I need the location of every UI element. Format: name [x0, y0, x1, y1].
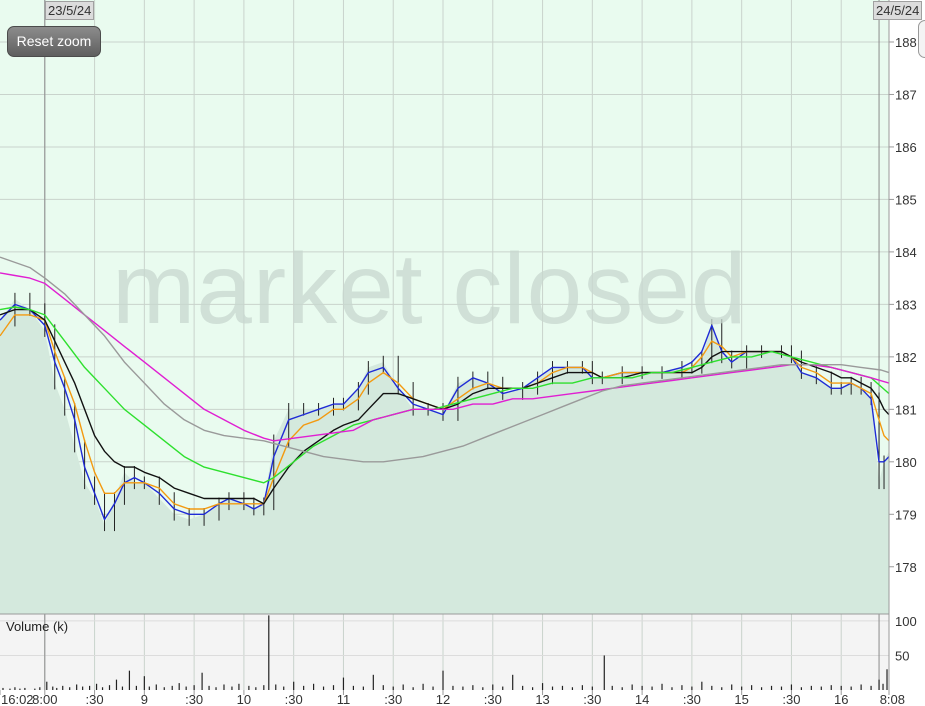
time-tick-label: :30 [683, 692, 701, 706]
price-tick-label: 188 [895, 35, 917, 50]
time-tick-label: 8:00 [32, 692, 57, 706]
time-tick-label: 11 [337, 692, 351, 706]
volume-plot-background [0, 614, 889, 690]
start-date-flag: 23/5/24 [45, 1, 95, 20]
time-tick-label: :30 [285, 692, 303, 706]
reset-zoom-button[interactable]: Reset zoom [7, 26, 101, 57]
time-tick-label: 15 [734, 692, 748, 706]
volume-axis-ticks: 50 100 [895, 614, 917, 664]
time-tick-label: 9 [141, 692, 148, 706]
scroll-handle[interactable] [918, 20, 925, 58]
price-tick-label: 187 [895, 87, 917, 102]
time-tick-label: 16:02 [1, 692, 34, 706]
time-tick-label: 13 [535, 692, 549, 706]
time-tick-label: 16 [834, 692, 848, 706]
price-tick-label: 184 [895, 245, 917, 260]
time-tick-label: 14 [635, 692, 649, 706]
time-tick-label: :30 [86, 692, 104, 706]
chart-canvas: 178179180181182183184185186187188 50100 … [0, 0, 917, 706]
price-tick-label: 178 [895, 560, 917, 575]
price-tick-label: 179 [895, 507, 917, 522]
price-tick-label: 186 [895, 140, 917, 155]
time-tick-label: :30 [384, 692, 402, 706]
time-tick-label: :30 [484, 692, 502, 706]
price-tick-label: 183 [895, 297, 917, 312]
price-tick-label: 182 [895, 350, 917, 365]
price-axis-ticks: 178 179 180 181 182 183 184 185 186 187 188 [889, 35, 917, 575]
time-tick-label: :30 [782, 692, 800, 706]
volume-axis-title: Volume (k) [6, 619, 69, 634]
price-tick-label: 180 [895, 455, 917, 470]
end-date-flag: 24/5/24 [873, 1, 923, 20]
time-tick-label: 8:08 [880, 692, 905, 706]
price-tick-label: 181 [895, 402, 917, 417]
volume-tick-label: 50 [895, 648, 909, 663]
time-tick-label: :30 [185, 692, 203, 706]
time-tick-label: 12 [436, 692, 450, 706]
time-tick-label: :30 [583, 692, 601, 706]
time-axis-ticks: 16:028:00 :30 9 :30 10 :30 11 :30 12 :30 13 :30 14 :3… [0, 690, 905, 706]
volume-tick-label: 100 [895, 614, 917, 629]
price-tick-label: 185 [895, 192, 917, 207]
time-tick-label: 10 [237, 692, 251, 706]
stock-intraday-chart: 178 179 180 181 182 183 184 185 186 187 188 50 100 … [0, 0, 925, 706]
